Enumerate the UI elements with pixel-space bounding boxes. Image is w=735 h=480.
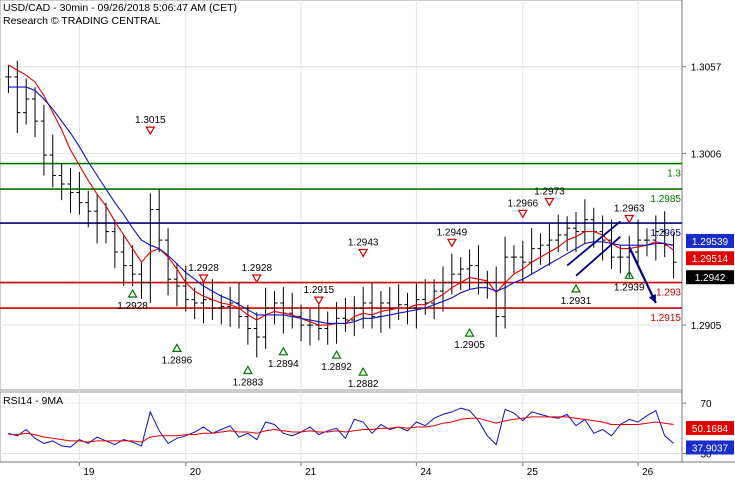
x-tick-label: 24 xyxy=(420,467,432,478)
swing-high-label: 1.2928 xyxy=(241,263,272,274)
rsi-title: RSI14 - 9MA xyxy=(3,395,63,407)
level-label: 1.3 xyxy=(667,169,681,180)
swing-low-label: 1.2882 xyxy=(348,379,379,390)
swing-low-label: 1.2931 xyxy=(561,296,592,307)
swing-low-label: 1.2928 xyxy=(117,301,148,312)
level-label: 1.293 xyxy=(656,288,681,299)
swing-low-label: 1.2896 xyxy=(162,355,193,366)
chart-title: USD/CAD - 30min - 09/26/2018 5:06:47 AM … xyxy=(3,2,237,14)
swing-high-label: 1.2973 xyxy=(534,187,565,198)
price-box-label: 1.29539 xyxy=(692,237,729,248)
x-tick-label: 26 xyxy=(642,467,654,478)
x-tick-label: 19 xyxy=(83,467,95,478)
x-tick-label: 25 xyxy=(527,467,539,478)
y-tick-label: 1.3006 xyxy=(691,149,722,160)
swing-high-label: 1.2943 xyxy=(348,238,379,249)
price-box-label: 1.2942 xyxy=(695,273,726,284)
swing-high-label: 1.2966 xyxy=(508,198,539,209)
chart-root: 1.2985 1.3 1.2965 1.293 1.2915 1.3015 1.2928 1… xyxy=(0,0,735,480)
swing-high-label: 1.3015 xyxy=(135,115,166,126)
swing-high-label: 1.2915 xyxy=(304,285,335,296)
swing-low-label: 1.2939 xyxy=(614,282,645,293)
price-box-label: 1.29514 xyxy=(692,254,729,265)
y-tick-label: 1.3057 xyxy=(691,63,722,74)
swing-high-label: 1.2963 xyxy=(614,204,645,215)
x-tick-label: 20 xyxy=(190,467,202,478)
swing-high-label: 1.2949 xyxy=(437,227,468,238)
swing-low-label: 1.2883 xyxy=(233,378,264,389)
chart-canvas: 1.2985 1.3 1.2965 1.293 1.2915 1.3015 1.2928 1… xyxy=(0,0,735,480)
rsi-y-tick-label: 70 xyxy=(700,399,712,410)
y-tick-label: 1.2905 xyxy=(691,321,722,332)
level-label: 1.2985 xyxy=(650,194,681,205)
swing-low-label: 1.2892 xyxy=(321,362,352,373)
level-label: 1.2965 xyxy=(650,228,681,239)
rsi-box-label: 50.1684 xyxy=(692,424,729,435)
swing-low-label: 1.2905 xyxy=(454,340,485,351)
x-tick-label: 21 xyxy=(305,467,317,478)
chart-subtitle: Research © TRADING CENTRAL xyxy=(3,15,161,27)
swing-high-label: 1.2928 xyxy=(188,263,219,274)
swing-low-label: 1.2894 xyxy=(268,359,299,370)
level-label: 1.2915 xyxy=(650,313,681,324)
rsi-box-label: 37.9037 xyxy=(692,443,729,454)
